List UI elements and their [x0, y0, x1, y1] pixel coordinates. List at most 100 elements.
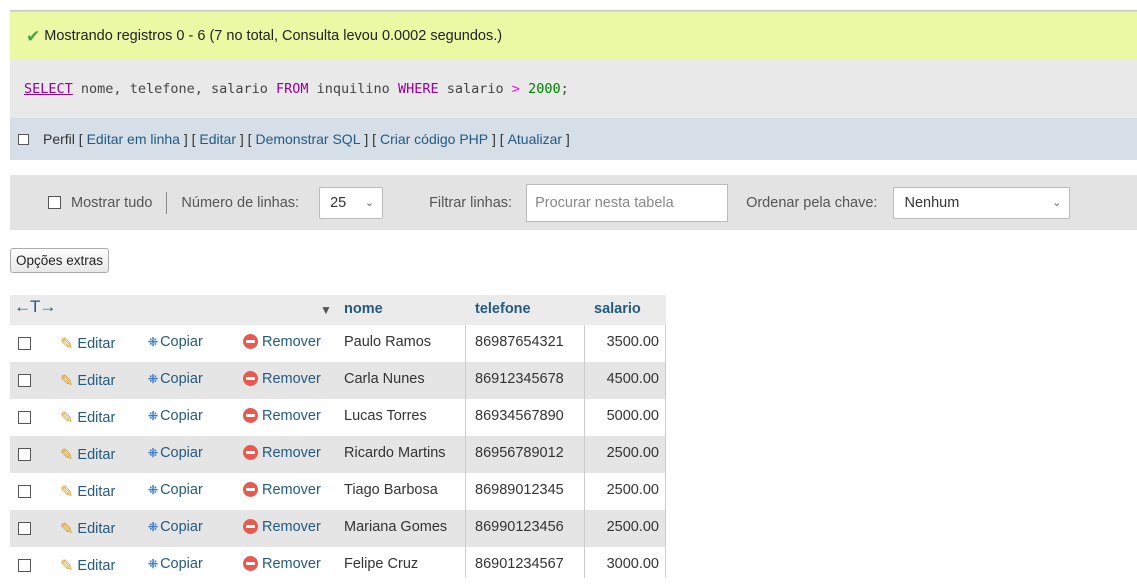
- chevron-down-icon: ⌄: [364, 197, 375, 209]
- cell-telefone[interactable]: 86956789012: [475, 445, 564, 461]
- table-row: ✎ Editar ⁜ Copiar Remover Ricardo Martins 8695…: [10, 436, 666, 473]
- edit-link[interactable]: Editar: [199, 131, 236, 147]
- delete-row-button[interactable]: Remover: [243, 481, 321, 498]
- remove-icon: [243, 370, 258, 386]
- profile-bar: Perfil [ Editar em linha ] [ Editar ] [ …: [10, 118, 1137, 160]
- copy-row-button[interactable]: ⁜ Copiar: [148, 371, 203, 387]
- copy-row-button[interactable]: ⁜ Copiar: [148, 445, 203, 461]
- edit-row-button[interactable]: ✎ Editar: [60, 408, 115, 428]
- sort-select-value: Nenhum: [904, 194, 960, 211]
- pencil-icon: ✎: [60, 447, 74, 464]
- cell-salario[interactable]: 5000.00: [607, 408, 659, 424]
- row-checkbox[interactable]: [18, 411, 31, 424]
- refresh-link[interactable]: Atualizar: [508, 131, 562, 147]
- filter-placeholder: Procurar nesta tabela: [535, 194, 674, 211]
- cell-telefone[interactable]: 86901234567: [475, 556, 564, 572]
- sql-terminator: ;: [560, 81, 569, 97]
- rows-select[interactable]: 25 ⌄: [319, 186, 384, 219]
- sort-triangle-icon[interactable]: ▼: [320, 303, 332, 317]
- sql-value: 2000: [528, 81, 561, 97]
- edit-row-button[interactable]: ✎ Editar: [60, 556, 115, 576]
- copy-row-button[interactable]: ⁜ Copiar: [148, 556, 203, 572]
- success-message: ✔ Mostrando registros 0 - 6 (7 no total,…: [10, 11, 1137, 60]
- pencil-icon: ✎: [60, 558, 74, 575]
- cell-nome[interactable]: Felipe Cruz: [344, 556, 418, 572]
- cell-nome[interactable]: Paulo Ramos: [344, 334, 431, 350]
- delete-row-button[interactable]: Remover: [243, 370, 321, 387]
- cell-salario[interactable]: 4500.00: [607, 371, 659, 387]
- edit-row-button[interactable]: ✎ Editar: [60, 334, 115, 354]
- edit-label: Editar: [77, 520, 116, 537]
- edit-row-button[interactable]: ✎ Editar: [60, 482, 115, 502]
- cell-salario[interactable]: 2500.00: [607, 519, 659, 535]
- table-row: ✎ Editar ⁜ Copiar Remover Tiago Barbosa 869890…: [10, 473, 666, 510]
- filter-input[interactable]: Procurar nesta tabela: [526, 183, 729, 222]
- cell-salario[interactable]: 2500.00: [607, 445, 659, 461]
- edit-label: Editar: [77, 557, 116, 574]
- extra-options-button[interactable]: Opções extras: [10, 248, 110, 273]
- copy-label: Copiar: [160, 334, 203, 350]
- table-header: ←T→ ▼ nome telefone salario: [10, 295, 666, 325]
- cell-salario[interactable]: 3500.00: [607, 334, 659, 350]
- column-header-salario[interactable]: salario: [594, 301, 641, 317]
- cell-telefone[interactable]: 86934567890: [475, 408, 564, 424]
- delete-row-button[interactable]: Remover: [243, 407, 321, 424]
- pencil-icon: ✎: [60, 484, 74, 501]
- show-all-label[interactable]: Mostrar tudo: [71, 195, 152, 211]
- edit-label: Editar: [77, 446, 116, 463]
- copy-icon: ⁜: [148, 483, 158, 498]
- cell-nome[interactable]: Tiago Barbosa: [344, 482, 438, 498]
- row-checkbox[interactable]: [18, 448, 31, 461]
- sql-fields: nome, telefone, salario: [80, 81, 268, 97]
- row-checkbox[interactable]: [18, 559, 31, 572]
- cell-nome[interactable]: Lucas Torres: [344, 408, 427, 424]
- copy-row-button[interactable]: ⁜ Copiar: [148, 334, 203, 350]
- sql-select-keyword[interactable]: SELECT: [24, 81, 73, 97]
- row-checkbox[interactable]: [18, 522, 31, 535]
- cell-nome[interactable]: Mariana Gomes: [344, 519, 447, 535]
- delete-row-button[interactable]: Remover: [243, 333, 321, 350]
- copy-label: Copiar: [160, 408, 203, 424]
- cell-telefone[interactable]: 86989012345: [475, 482, 564, 498]
- explain-sql-link[interactable]: Demonstrar SQL: [255, 131, 360, 147]
- row-checkbox[interactable]: [18, 374, 31, 387]
- cell-telefone[interactable]: 86912345678: [475, 371, 564, 387]
- edit-row-button[interactable]: ✎ Editar: [60, 445, 115, 465]
- edit-row-button[interactable]: ✎ Editar: [60, 371, 115, 391]
- delete-row-button[interactable]: Remover: [243, 555, 321, 572]
- checkmark-icon: ✔: [26, 26, 41, 46]
- edit-row-button[interactable]: ✎ Editar: [60, 519, 115, 539]
- remove-icon: [243, 333, 258, 349]
- rows-select-value: 25: [330, 194, 347, 211]
- copy-label: Copiar: [160, 482, 203, 498]
- cell-telefone[interactable]: 86987654321: [475, 334, 564, 350]
- delete-row-button[interactable]: Remover: [243, 518, 321, 535]
- edit-inline-link[interactable]: Editar em linha: [87, 131, 180, 147]
- remove-icon: [243, 407, 258, 423]
- cell-telefone[interactable]: 86990123456: [475, 519, 564, 535]
- column-arrows-icon[interactable]: ←T→: [14, 297, 56, 317]
- copy-icon: ⁜: [148, 520, 158, 535]
- row-checkbox[interactable]: [18, 485, 31, 498]
- sql-column: salario: [446, 81, 504, 97]
- copy-icon: ⁜: [148, 446, 158, 461]
- copy-row-button[interactable]: ⁜ Copiar: [148, 408, 203, 424]
- sort-label: Ordenar pela chave:: [746, 194, 878, 211]
- sort-select[interactable]: Nenhum ⌄: [893, 186, 1071, 219]
- cell-nome[interactable]: Carla Nunes: [344, 371, 425, 387]
- cell-nome[interactable]: Ricardo Martins: [344, 445, 446, 461]
- profile-label: Perfil: [43, 131, 75, 147]
- column-header-nome[interactable]: nome: [344, 301, 383, 317]
- copy-row-button[interactable]: ⁜ Copiar: [148, 482, 203, 498]
- sql-where-keyword: WHERE: [397, 81, 439, 97]
- profile-checkbox[interactable]: [18, 133, 29, 145]
- cell-salario[interactable]: 3000.00: [607, 556, 659, 572]
- copy-row-button[interactable]: ⁜ Copiar: [148, 519, 203, 535]
- show-all-checkbox[interactable]: [48, 196, 61, 209]
- delete-row-button[interactable]: Remover: [243, 444, 321, 461]
- sql-table: inquilino: [316, 81, 390, 97]
- column-header-telefone[interactable]: telefone: [475, 301, 531, 317]
- create-php-code-link[interactable]: Criar código PHP: [380, 131, 488, 147]
- row-checkbox[interactable]: [18, 337, 31, 350]
- cell-salario[interactable]: 2500.00: [607, 482, 659, 498]
